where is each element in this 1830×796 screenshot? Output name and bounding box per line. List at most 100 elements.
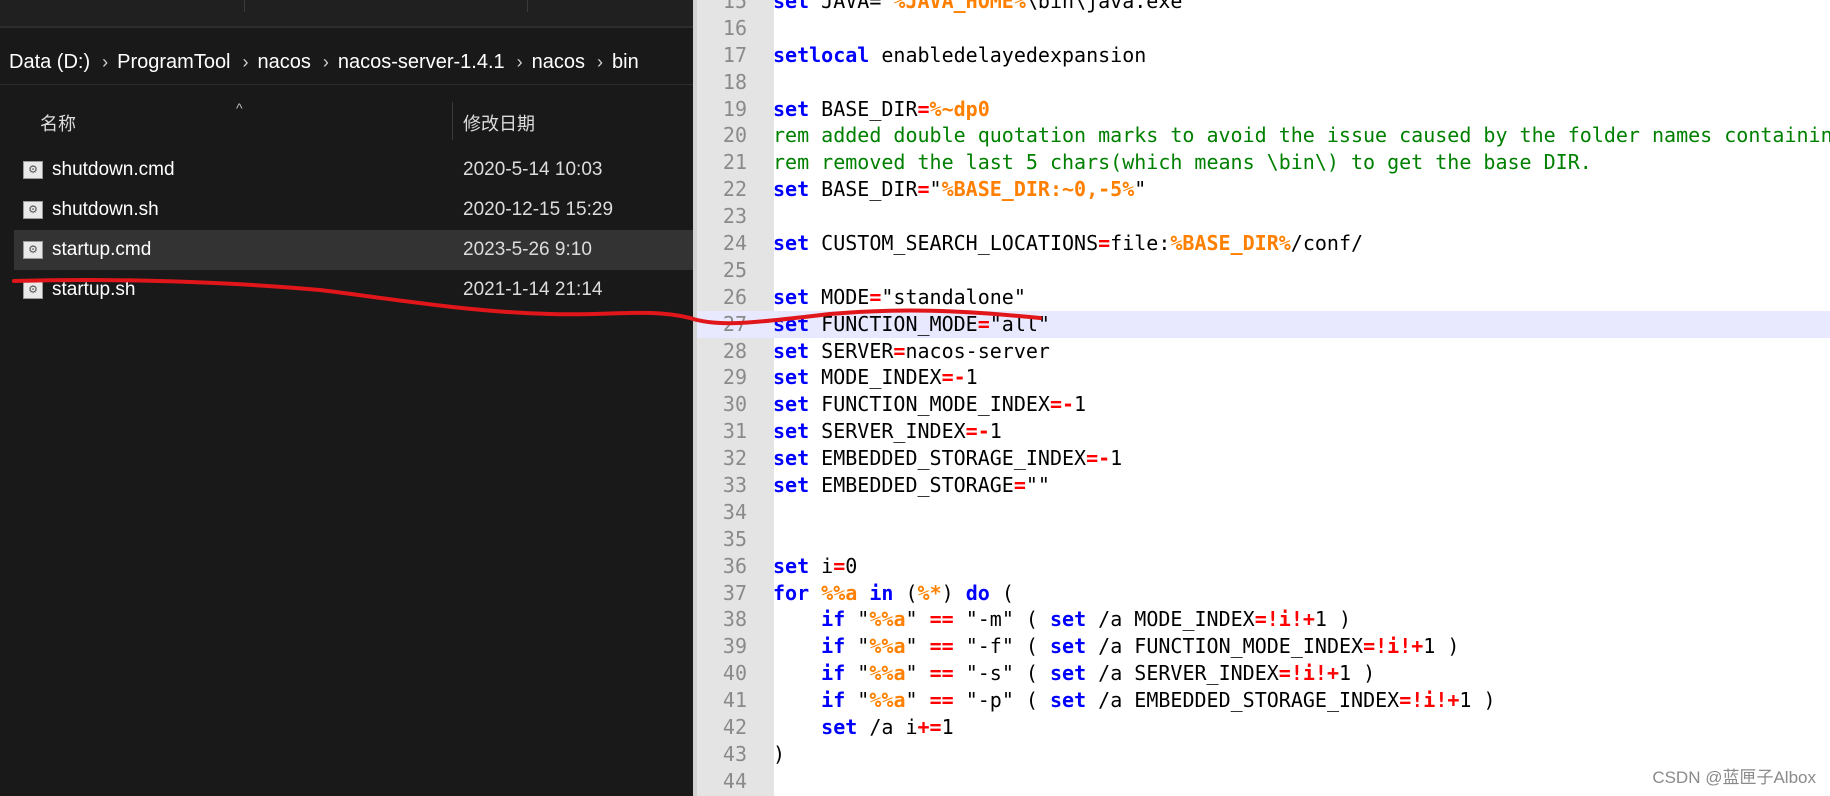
code-line[interactable]: 41 if "%%a" == "-p" ( set /a EMBEDDED_ST… bbox=[697, 687, 1830, 714]
code-token: file: bbox=[1110, 231, 1171, 256]
code-token: set bbox=[773, 365, 810, 390]
breadcrumb-item[interactable]: ProgramTool bbox=[108, 51, 230, 74]
code-line[interactable]: 21 rem removed the last 5 chars(which mea… bbox=[697, 149, 1830, 176]
code-token: " bbox=[905, 634, 930, 659]
code-token: set bbox=[773, 338, 810, 363]
code-line[interactable]: 22 set BASE_DIR="%BASE_DIR:~0,-5%" bbox=[697, 176, 1830, 203]
breadcrumb-item[interactable]: nacos bbox=[249, 51, 311, 74]
code-line[interactable]: 38 if "%%a" == "-m" ( set /a MODE_INDEX=… bbox=[697, 606, 1830, 633]
code-text: set FUNCTION_MODE_INDEX=-1 bbox=[773, 391, 1086, 418]
breadcrumb-chevron-icon[interactable]: › bbox=[505, 52, 523, 73]
code-line[interactable]: 29 set MODE_INDEX=-1 bbox=[697, 364, 1830, 391]
code-token: 1 bbox=[965, 365, 978, 390]
code-token: " bbox=[845, 634, 870, 659]
code-line[interactable]: 37 for %%a in (%*) do ( bbox=[697, 580, 1830, 607]
code-text: if "%%a" == "-m" ( set /a MODE_INDEX=!i!… bbox=[773, 606, 1351, 633]
code-token: set bbox=[773, 446, 810, 471]
code-token: /a FUNCTION_MODE_INDEX bbox=[1086, 634, 1364, 659]
code-line[interactable]: 40 if "%%a" == "-s" ( set /a SERVER_INDE… bbox=[697, 660, 1830, 687]
code-token: if bbox=[821, 688, 846, 713]
code-line[interactable]: 42 set /a i+=1 bbox=[697, 714, 1830, 741]
code-text: set CUSTOM_SEARCH_LOCATIONS=file:%BASE_D… bbox=[773, 230, 1363, 257]
code-token: if bbox=[821, 661, 846, 686]
code-line[interactable]: 19 set BASE_DIR=%~dp0 bbox=[697, 96, 1830, 123]
breadcrumb-item[interactable]: bin bbox=[603, 51, 639, 74]
code-line[interactable]: 26 set MODE="standalone" bbox=[697, 284, 1830, 311]
code-token: for bbox=[773, 580, 810, 605]
code-token: %BASE_DIR% bbox=[1170, 231, 1291, 256]
code-line[interactable]: 17 setlocal enabledelayedexpansion bbox=[697, 42, 1830, 69]
toolbar-segment[interactable] bbox=[245, 0, 528, 12]
file-row[interactable]: ⚙ startup.sh 2021-1-14 21:14 bbox=[14, 270, 693, 310]
code-editor-pane[interactable]: 15 set JAVA="%JAVA_HOME%\bin\java.exe" 16 1… bbox=[693, 0, 1830, 796]
breadcrumb-item[interactable]: Data (D:) bbox=[0, 51, 90, 74]
code-line[interactable]: 32 set EMBEDDED_STORAGE_INDEX=-1 bbox=[697, 445, 1830, 472]
file-explorer-pane: Data (D:) › ProgramTool › nacos › nacos-server… bbox=[0, 0, 693, 796]
code-line[interactable]: 35 bbox=[697, 526, 1830, 553]
code-line[interactable]: 27 set FUNCTION_MODE="all" bbox=[697, 310, 1830, 338]
code-area[interactable]: 15 set JAVA="%JAVA_HOME%\bin\java.exe" 16 1… bbox=[697, 0, 1830, 795]
code-line[interactable]: 23 bbox=[697, 203, 1830, 230]
code-token: if bbox=[821, 634, 846, 659]
code-token: SERVER_INDEX bbox=[809, 419, 966, 444]
code-token: " bbox=[845, 607, 870, 632]
code-line[interactable]: 30 set FUNCTION_MODE_INDEX=-1 bbox=[697, 391, 1830, 418]
code-line[interactable]: 20 rem added double quotation marks to av… bbox=[697, 122, 1830, 149]
code-line[interactable]: 34 bbox=[697, 499, 1830, 526]
code-token: =- bbox=[941, 365, 966, 390]
address-bar[interactable]: Data (D:) › ProgramTool › nacos › nacos-server… bbox=[0, 40, 693, 85]
file-row[interactable]: ⚙ startup.cmd 2023-5-26 9:10 bbox=[14, 230, 693, 270]
code-line[interactable]: 33 set EMBEDDED_STORAGE="" bbox=[697, 472, 1830, 499]
code-token: /a MODE_INDEX bbox=[1086, 607, 1255, 632]
code-text: set BASE_DIR=%~dp0 bbox=[773, 96, 990, 123]
code-line[interactable]: 31 set SERVER_INDEX=-1 bbox=[697, 418, 1830, 445]
breadcrumb-item[interactable]: nacos bbox=[523, 51, 585, 74]
code-token: rem removed the last 5 chars(which means… bbox=[773, 150, 1592, 175]
code-token: ( bbox=[989, 580, 1014, 605]
breadcrumb-item[interactable]: nacos-server-1.4.1 bbox=[329, 51, 505, 74]
code-token: " bbox=[905, 661, 930, 686]
code-token: rem added double quotation marks to avoi… bbox=[773, 123, 1830, 148]
column-header-name[interactable]: 名称 bbox=[40, 110, 76, 136]
line-number: 36 bbox=[722, 553, 747, 578]
code-line[interactable]: 28 set SERVER=nacos-server bbox=[697, 338, 1830, 365]
breadcrumb-chevron-icon[interactable]: › bbox=[231, 52, 249, 73]
breadcrumb-chevron-icon[interactable]: › bbox=[311, 52, 329, 73]
code-line[interactable]: 24 set CUSTOM_SEARCH_LOCATIONS=file:%BASE… bbox=[697, 230, 1830, 257]
code-line[interactable]: 36 set i=0 bbox=[697, 553, 1830, 580]
code-token: 1 bbox=[989, 419, 1002, 444]
breadcrumb-chevron-icon[interactable]: › bbox=[90, 52, 108, 73]
file-name: shutdown.sh bbox=[52, 199, 159, 220]
file-name: shutdown.cmd bbox=[52, 159, 175, 180]
toolbar-segment[interactable] bbox=[0, 0, 245, 12]
code-token: "-s" ( bbox=[953, 661, 1050, 686]
breadcrumb-chevron-icon[interactable]: › bbox=[585, 52, 603, 73]
code-text: if "%%a" == "-f" ( set /a FUNCTION_MODE_… bbox=[773, 633, 1459, 660]
code-token: %%a bbox=[869, 661, 906, 686]
code-line[interactable]: 25 bbox=[697, 257, 1830, 284]
code-token: = bbox=[977, 311, 990, 336]
code-token: =- bbox=[1086, 446, 1111, 471]
code-line[interactable]: 18 bbox=[697, 69, 1830, 96]
code-line[interactable]: 39 if "%%a" == "-f" ( set /a FUNCTION_MO… bbox=[697, 633, 1830, 660]
code-text: set /a i+=1 bbox=[773, 714, 953, 741]
code-token: /a i bbox=[857, 715, 918, 740]
code-token: == bbox=[929, 688, 954, 713]
column-divider[interactable] bbox=[452, 102, 453, 140]
line-number: 15 bbox=[722, 0, 747, 13]
code-token: "-m" ( bbox=[953, 607, 1050, 632]
file-row[interactable]: ⚙ shutdown.cmd 2020-5-14 10:03 bbox=[14, 150, 693, 190]
code-line[interactable]: 15 set JAVA="%JAVA_HOME%\bin\java.exe" bbox=[697, 0, 1830, 15]
column-header-date-modified[interactable]: 修改日期 bbox=[463, 110, 535, 136]
code-token: EMBEDDED_STORAGE bbox=[809, 473, 1014, 498]
code-token: MODE_INDEX bbox=[809, 365, 942, 390]
file-row[interactable]: ⚙ shutdown.sh 2020-12-15 15:29 bbox=[14, 190, 693, 230]
code-token: if bbox=[821, 607, 846, 632]
code-line[interactable]: 16 bbox=[697, 15, 1830, 42]
line-number: 28 bbox=[722, 338, 747, 363]
code-token: %JAVA_HOME% bbox=[893, 0, 1026, 13]
